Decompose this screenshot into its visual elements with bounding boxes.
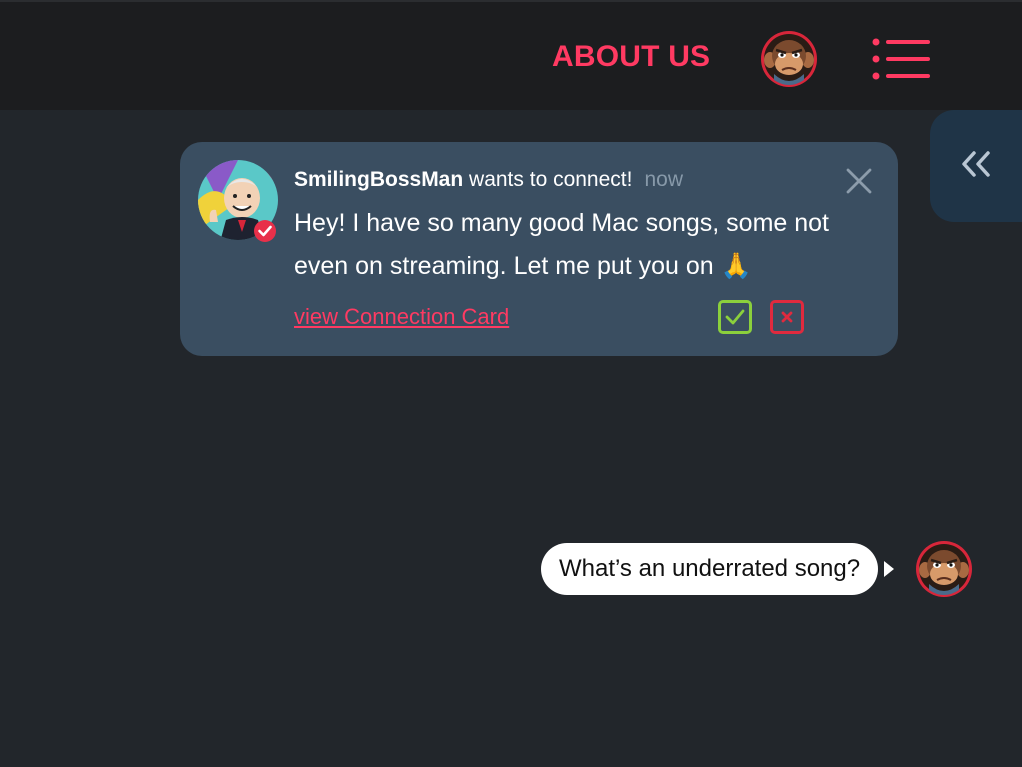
connection-request-card: SmilingBossMan wants to connect! now Hey!… [180, 142, 898, 356]
list-menu-icon[interactable] [870, 38, 932, 82]
notification-header: SmilingBossMan wants to connect! now [294, 168, 683, 192]
view-connection-card-link[interactable]: view Connection Card [294, 304, 509, 330]
x-icon [781, 311, 793, 323]
close-icon[interactable] [844, 166, 874, 196]
about-us-link[interactable]: ABOUT US [552, 40, 710, 74]
decline-button[interactable] [770, 300, 804, 334]
notification-message: Hey! I have so many good Mac songs, some… [294, 209, 829, 280]
monkey-avatar-icon[interactable] [915, 540, 973, 598]
check-icon [725, 309, 745, 325]
action-text: wants to connect! [463, 168, 633, 191]
sender-avatar[interactable] [198, 160, 280, 242]
side-panel-toggle[interactable] [930, 110, 1022, 222]
chat-bubble-tail [884, 561, 894, 577]
chat-message-bubble: What’s an underrated song? [541, 543, 879, 595]
top-nav-bar: ABOUT US [0, 0, 1022, 110]
monkey-avatar-icon[interactable] [760, 30, 818, 88]
timestamp: now [644, 168, 683, 191]
verified-badge-icon [254, 220, 276, 242]
double-chevron-left-icon [962, 151, 990, 177]
sender-name[interactable]: SmilingBossMan [294, 168, 463, 191]
accept-button[interactable] [718, 300, 752, 334]
